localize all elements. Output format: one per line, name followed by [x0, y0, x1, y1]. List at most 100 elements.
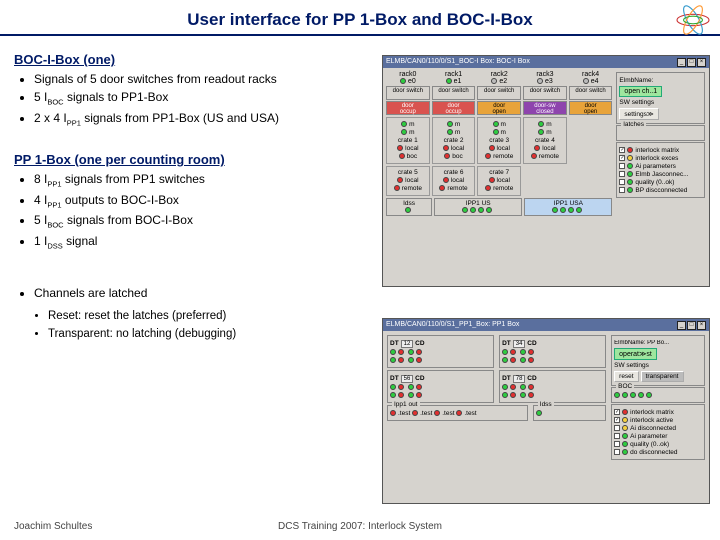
elmbname-label: ElmbName:: [619, 77, 702, 84]
led-icon: [400, 78, 406, 84]
slide-body: BOC-I-Box (one) Signals of 5 door switch…: [0, 36, 378, 343]
pp1-window: ELMB/CAN0/110/0/S1_PP1_Box: PP1 Box _ □ …: [382, 318, 710, 504]
boc-window-titlebar[interactable]: ELMB/CAN0/110/0/S1_BOC-I Box: BOC-I Box …: [383, 56, 709, 68]
idss-cell: Idss: [386, 198, 432, 216]
dt-num: 34: [513, 340, 526, 348]
crate-panel: m m crate 1 local boc: [386, 117, 430, 164]
elmbname-label: ElmbName: PP Bo...: [614, 340, 702, 346]
cd-label: CD: [415, 340, 424, 347]
check-label: Ai parameter: [630, 433, 667, 440]
close-button[interactable]: ×: [697, 321, 706, 330]
check-label: Elmb Jasconnec...: [635, 171, 688, 178]
minimize-button[interactable]: _: [677, 321, 686, 330]
rack-door-state: door-swclosed: [523, 101, 567, 115]
led-icon: [537, 78, 543, 84]
bullet-item: 5 IBOC signals from BOC-I-Box: [34, 212, 378, 231]
check-label: do disconnected: [630, 449, 677, 456]
dt-label: DT: [390, 375, 399, 382]
boc-group: BOC: [611, 387, 705, 403]
swsettings-label: SW settings: [614, 362, 702, 369]
slide-title-bar: User interface for PP 1-Box and BOC-I-Bo…: [0, 0, 720, 36]
port-label: e3: [545, 78, 553, 85]
door-switch: door switch: [569, 86, 613, 100]
settings-button[interactable]: settings≫: [619, 108, 658, 120]
boc-label: BOC: [616, 383, 634, 390]
dt-num: 12: [401, 340, 414, 348]
led-icon: [446, 78, 452, 84]
check-label: Ai disconnected: [630, 425, 676, 432]
crate-panel: m m crate 2 local boc: [432, 117, 476, 164]
check-label: interlock matrix: [630, 409, 674, 416]
port-label: e0: [408, 78, 416, 85]
ipp-us-cell: IPP1 US: [434, 198, 522, 216]
section2-list: 8 IPP1 signals from PP1 switches 4 IPP1 …: [20, 171, 378, 251]
bullet-item: 1 IDSS signal: [34, 233, 378, 252]
transparent-button[interactable]: transparent: [641, 371, 684, 382]
operator-button[interactable]: operat≫st: [614, 348, 657, 360]
pp1-window-title: ELMB/CAN0/110/0/S1_PP1_Box: PP1 Box: [386, 319, 519, 331]
bullet-item: 8 IPP1 signals from PP1 switches: [34, 171, 378, 190]
boc-window-title: ELMB/CAN0/110/0/S1_BOC-I Box: BOC-I Box: [386, 56, 530, 68]
atlas-logo: [674, 4, 712, 36]
checks-group: ✓interlock matrix ✓interlock active Ai d…: [611, 404, 705, 460]
section1-heading: BOC-I-Box (one): [14, 52, 378, 67]
cd-label: CD: [527, 340, 536, 347]
dt-num: 56: [401, 375, 414, 383]
ipp-out-label: Ipp1 out: [392, 401, 420, 408]
cd-label: CD: [527, 375, 536, 382]
led-icon: [491, 78, 497, 84]
dt-panel: DT12 CD: [387, 335, 494, 368]
door-switch: door switch: [477, 86, 521, 100]
crate-panel: crate 6 local remote: [432, 166, 476, 196]
swsettings-label: SW settings: [619, 99, 702, 106]
rack-door-state: dooroccup: [386, 101, 430, 115]
maximize-button[interactable]: □: [687, 321, 696, 330]
check-label: BP discconnected: [635, 187, 687, 194]
rack-label: rack3: [523, 71, 567, 78]
open-button[interactable]: open ch..1: [619, 86, 662, 97]
port-label: e4: [591, 78, 599, 85]
minimize-button[interactable]: _: [677, 58, 686, 67]
door-switch: door switch: [432, 86, 476, 100]
boc-window: ELMB/CAN0/110/0/S1_BOC-I Box: BOC-I Box …: [382, 55, 710, 287]
door-switch: door switch: [386, 86, 430, 100]
ipp-out-panel: Ipp1 out .test .test .test .test: [387, 405, 528, 421]
pp1-window-titlebar[interactable]: ELMB/CAN0/110/0/S1_PP1_Box: PP1 Box _ □ …: [383, 319, 709, 331]
dt-panel: DT78 CD: [499, 370, 606, 403]
door-switch: door switch: [523, 86, 567, 100]
elmb-group: ElmbName: open ch..1 SW settings setting…: [616, 72, 705, 124]
section1-list: Signals of 5 door switches from readout …: [20, 71, 378, 128]
dt-num: 78: [513, 375, 526, 383]
bullet-item: Reset: reset the latches (preferred): [48, 309, 378, 325]
bullet-item: Signals of 5 door switches from readout …: [34, 71, 378, 87]
idss-panel: Idss: [533, 405, 606, 421]
bullet-item: 4 IPP1 outputs to BOC-I-Box: [34, 192, 378, 211]
port-label: e2: [499, 78, 507, 85]
dt-label: DT: [390, 340, 399, 347]
dt-label: DT: [502, 340, 511, 347]
crate-panel: m m crate 3 local remote: [477, 117, 521, 164]
bullet-item: Channels are latched: [34, 285, 378, 301]
bullet-item: Transparent: no latching (debugging): [48, 327, 378, 343]
latches-group: latches: [616, 125, 705, 141]
check-label: interlock active: [630, 417, 673, 424]
close-button[interactable]: ×: [697, 58, 706, 67]
rack-door-state: dooroccup: [432, 101, 476, 115]
crate-panel: crate 5 local remote: [386, 166, 430, 196]
section3-list: Channels are latched: [20, 285, 378, 301]
reset-button[interactable]: reset: [614, 371, 638, 382]
led-icon: [583, 78, 589, 84]
bullet-item: 2 x 4 IPP1 signals from PP1-Box (US and …: [34, 110, 378, 129]
section3-sublist: Reset: reset the latches (preferred) Tra…: [34, 309, 378, 342]
maximize-button[interactable]: □: [687, 58, 696, 67]
dt-panel: DT56 CD: [387, 370, 494, 403]
bullet-item: 5 IBOC signals to PP1-Box: [34, 89, 378, 108]
check-label: interlock matrix: [635, 147, 679, 154]
crate-panel: crate 7 local remote: [477, 166, 521, 196]
checks-group: ✓interlock matrix ✓interlock exces Ai pa…: [616, 142, 705, 198]
dt-panel: DT34 CD: [499, 335, 606, 368]
rack-door-state: dooropen: [569, 101, 613, 115]
rack-label: rack0: [386, 71, 430, 78]
rack-label: rack2: [477, 71, 521, 78]
latches-label: latches: [621, 121, 646, 128]
